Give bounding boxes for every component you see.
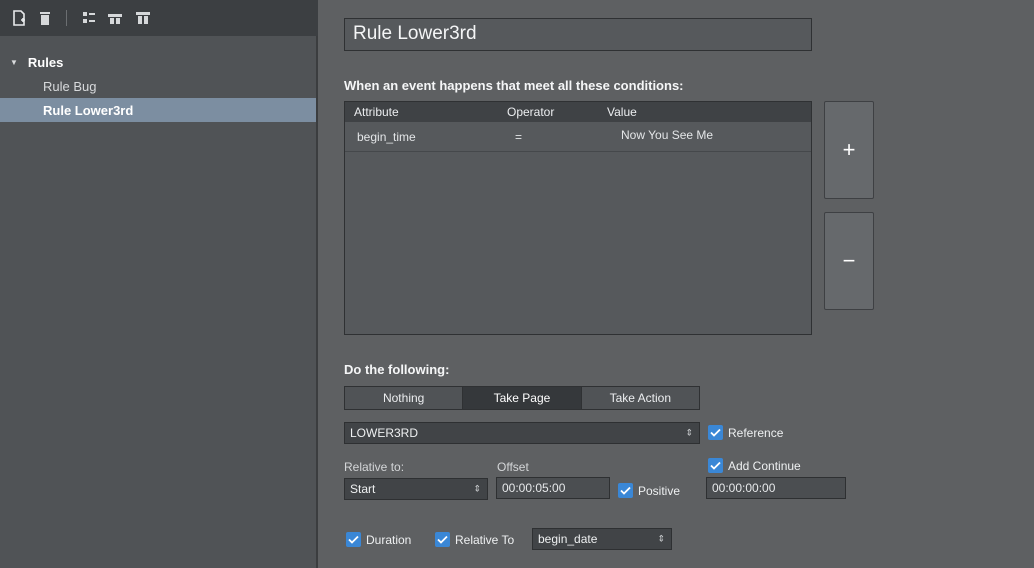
conditions-heading: When an event happens that meet all thes…	[344, 78, 684, 93]
delete-icon[interactable]	[36, 9, 54, 27]
table-row[interactable]: begin_time = Now You See Me	[345, 124, 811, 152]
duration-label: Duration	[366, 532, 412, 547]
offset-field[interactable]: 00:00:05:00	[496, 477, 610, 499]
action-heading: Do the following:	[344, 362, 450, 377]
tree-item-rule-lower3rd[interactable]: Rule Lower3rd	[0, 98, 316, 122]
select-arrows-icon: ⇕	[657, 533, 665, 544]
page-select[interactable]: LOWER3RD ⇕	[344, 422, 700, 444]
duration-relative-select[interactable]: begin_date ⇕	[532, 528, 672, 550]
check-icon	[435, 532, 450, 547]
check-icon	[346, 532, 361, 547]
continue-field[interactable]: 00:00:00:00	[706, 477, 846, 499]
tree-item-rule-bug[interactable]: Rule Bug	[0, 74, 316, 98]
cell-attribute: begin_time	[357, 130, 416, 144]
remove-condition-button[interactable]: −	[824, 212, 874, 310]
add-continue-label: Add Continue	[728, 458, 801, 473]
tree-root-rules[interactable]: ▼ Rules	[0, 50, 316, 74]
tree-item-label: Rule Lower3rd	[43, 102, 134, 118]
relative-to-checkbox[interactable]: Relative To	[435, 532, 514, 547]
rules-tree: ▼ Rules Rule Bug Rule Lower3rd	[0, 50, 316, 122]
rules-toolbar	[0, 0, 318, 36]
action-mode-selector: Nothing Take Page Take Action	[344, 386, 700, 410]
positive-checkbox[interactable]: Positive	[618, 483, 680, 498]
expand-icon[interactable]	[106, 9, 124, 27]
duration-checkbox[interactable]: Duration	[346, 532, 411, 547]
cell-value: Now You See Me	[621, 128, 714, 142]
cell-operator: =	[515, 130, 523, 144]
add-condition-button[interactable]: +	[824, 101, 874, 199]
column-header-value[interactable]: Value	[607, 105, 637, 119]
duration-relative-select-value: begin_date	[538, 532, 598, 546]
tree-root-label: Rules	[27, 54, 64, 70]
tree-item-label: Rule Bug	[43, 78, 97, 94]
relative-to-label: Relative to:	[344, 460, 405, 474]
new-rule-icon[interactable]	[10, 9, 28, 27]
positive-label: Positive	[638, 483, 681, 498]
relative-to-select[interactable]: Start ⇕	[344, 478, 488, 500]
column-header-operator[interactable]: Operator	[507, 105, 554, 119]
tab-take-page[interactable]: Take Page	[463, 387, 582, 409]
column-header-attribute[interactable]: Attribute	[354, 105, 399, 119]
checklist-icon[interactable]	[80, 9, 98, 27]
toolbar-separator	[66, 10, 67, 26]
rule-name-field[interactable]: Rule Lower3rd	[344, 18, 812, 51]
add-continue-checkbox[interactable]: Add Continue	[708, 458, 801, 473]
select-arrows-icon: ⇕	[473, 483, 481, 494]
expand-caret-icon[interactable]: ▼	[10, 58, 18, 67]
relative-to-check-label: Relative To	[455, 532, 515, 547]
conditions-table-header: Attribute Operator Value	[345, 102, 811, 122]
tab-take-action[interactable]: Take Action	[581, 387, 699, 409]
rules-panel: ▼ Rules Rule Bug Rule Lower3rd	[0, 0, 318, 568]
reference-label: Reference	[728, 425, 784, 440]
offset-label: Offset	[497, 460, 529, 474]
relative-to-select-value: Start	[350, 482, 376, 496]
tab-nothing[interactable]: Nothing	[345, 387, 464, 409]
page-select-value: LOWER3RD	[350, 426, 419, 440]
conditions-table: Attribute Operator Value begin_time = No…	[344, 101, 812, 335]
reference-checkbox[interactable]: Reference	[708, 425, 783, 440]
check-icon	[708, 425, 723, 440]
select-arrows-icon: ⇕	[685, 427, 693, 438]
check-icon	[618, 483, 633, 498]
check-icon	[708, 458, 723, 473]
collapse-icon[interactable]	[134, 9, 152, 27]
